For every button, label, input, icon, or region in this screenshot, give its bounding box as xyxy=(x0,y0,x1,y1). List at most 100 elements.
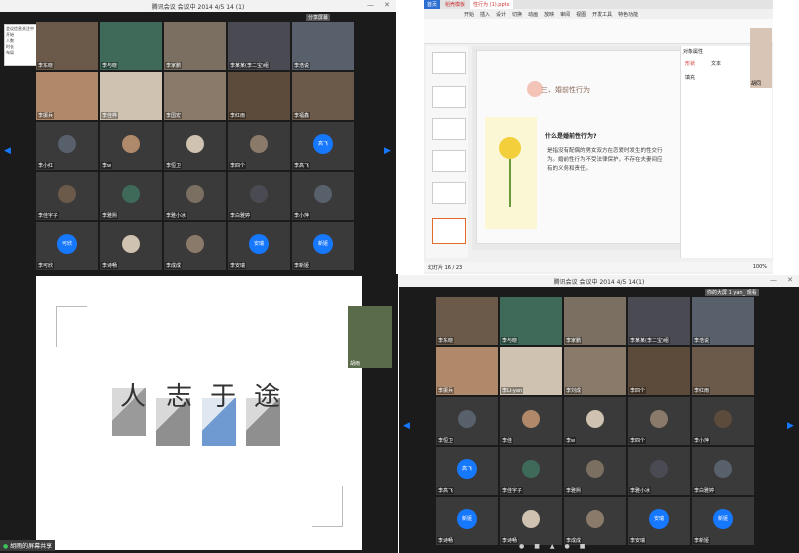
share-icon[interactable]: ▲ xyxy=(550,543,555,551)
participant-tile[interactable]: 李恒卫 xyxy=(164,122,226,170)
camera-icon[interactable]: ■ xyxy=(534,543,540,551)
participant-tile[interactable]: 李白雅婷 xyxy=(228,172,290,220)
participant-name: 李佳宇子 xyxy=(37,212,60,219)
participant-tile[interactable]: 李佳宇子 xyxy=(500,447,562,495)
participant-tile[interactable]: 安瑞 李安瑞 xyxy=(228,222,290,270)
participant-tile[interactable]: 李四个 xyxy=(628,347,690,395)
participant-tile[interactable]: 李佳桦 xyxy=(100,72,162,120)
participant-tile[interactable]: 新娅 李新娅 xyxy=(692,497,754,545)
slide-thumb[interactable] xyxy=(432,182,466,204)
participant-tile[interactable]: 李东晓 xyxy=(36,22,98,70)
participant-tile[interactable]: 李东晓 xyxy=(436,297,498,345)
slide-thumb[interactable] xyxy=(432,86,466,108)
participant-name: 李小萍 xyxy=(293,212,311,219)
avatar xyxy=(186,134,204,153)
participant-tile[interactable]: 李红雨 xyxy=(228,72,290,120)
participant-name: 李可欣 xyxy=(37,262,55,269)
participant-tile[interactable]: 李w xyxy=(100,122,162,170)
menu-item[interactable]: 切换 xyxy=(512,11,522,18)
participant-tile[interactable]: 李与晓 xyxy=(100,22,162,70)
participant-tile[interactable]: 李某某(李二宝)组 xyxy=(228,22,290,70)
participant-tile[interactable]: 李福鑫 xyxy=(292,72,354,120)
slide-thumb[interactable] xyxy=(432,118,466,140)
participant-name: 李诗畅 xyxy=(437,537,455,544)
panel-tab-text[interactable]: 文本 xyxy=(711,60,721,67)
participant-tile[interactable]: 李诗畅 xyxy=(500,497,562,545)
participant-tile[interactable]: 李振兵 xyxy=(36,72,98,120)
share-status-label: ● 胡雨的屏幕共享 xyxy=(0,540,56,551)
minimize-icon[interactable]: — xyxy=(770,276,777,284)
participant-tile[interactable]: 新娅 李新娅 xyxy=(292,222,354,270)
participant-tile[interactable]: 李国宏 xyxy=(164,72,226,120)
minimize-icon[interactable]: — xyxy=(367,1,374,9)
participant-tile[interactable]: 李佳 xyxy=(500,397,562,445)
participant-name: 李雅熙 xyxy=(565,487,583,494)
participant-tile[interactable]: 李雅熙 xyxy=(564,447,626,495)
prev-page-icon[interactable]: ◀ xyxy=(403,421,410,431)
menu-item[interactable]: 动画 xyxy=(528,11,538,18)
participant-tile[interactable]: 高飞 李高飞 xyxy=(292,122,354,170)
chat-icon[interactable]: ■ xyxy=(580,543,586,551)
share-panel-button[interactable]: 你的大屏 1 yan_ 观看 xyxy=(705,289,759,296)
participant-tile[interactable]: 李恒卫 xyxy=(436,397,498,445)
next-page-icon[interactable]: ▶ xyxy=(384,146,391,156)
prev-page-icon[interactable]: ◀ xyxy=(4,146,11,156)
participant-tile[interactable]: 李浩说 xyxy=(292,22,354,70)
avatar xyxy=(314,184,332,203)
participant-tile[interactable]: 李Li-yan xyxy=(500,347,562,395)
participant-tile[interactable]: 李四个 xyxy=(628,397,690,445)
tab-home[interactable]: 首页 xyxy=(424,0,441,9)
participant-tile[interactable]: 李诗畅 xyxy=(100,222,162,270)
participant-tile[interactable]: 李家鹏 xyxy=(564,297,626,345)
participant-tile[interactable]: 李家鹏 xyxy=(164,22,226,70)
mic-icon[interactable]: ● xyxy=(519,543,524,551)
participant-tile[interactable]: 李雅小冰 xyxy=(628,447,690,495)
tab-templates[interactable]: 稻壳模板 xyxy=(442,0,468,9)
participant-tile[interactable]: 李振兵 xyxy=(436,347,498,395)
participant-tile[interactable]: 李成成 xyxy=(564,497,626,545)
participant-tile[interactable]: 李四个 xyxy=(228,122,290,170)
avatar xyxy=(650,459,668,478)
close-icon[interactable]: ✕ xyxy=(384,1,390,9)
participant-tile[interactable]: 李w xyxy=(564,397,626,445)
menu-item[interactable]: 插入 xyxy=(480,11,490,18)
participant-tile[interactable]: 可欣 李可欣 xyxy=(36,222,98,270)
menu-item[interactable]: 视图 xyxy=(576,11,586,18)
participant-tile[interactable]: 新娅 李诗畅 xyxy=(436,497,498,545)
participant-tile[interactable]: 李红雨 xyxy=(692,347,754,395)
menu-item[interactable]: 开始 xyxy=(464,11,474,18)
menu-item[interactable]: 特色功能 xyxy=(618,11,638,18)
members-icon[interactable]: ● xyxy=(565,543,570,551)
participant-tile[interactable]: 李某某(李二宝)组 xyxy=(628,297,690,345)
participant-tile[interactable]: 李与晓 xyxy=(500,297,562,345)
menu-item[interactable]: 开发工具 xyxy=(592,11,612,18)
flower-head xyxy=(499,137,521,159)
slide-thumb[interactable] xyxy=(432,52,466,74)
participant-tile[interactable]: 高飞 李高飞 xyxy=(436,447,498,495)
slide-thumb-selected[interactable] xyxy=(432,218,466,244)
menu-item[interactable]: 设计 xyxy=(496,11,506,18)
participant-tile[interactable]: 李成成 xyxy=(164,222,226,270)
participant-tile[interactable]: 李雅小冰 xyxy=(164,172,226,220)
menu-item[interactable]: 放映 xyxy=(544,11,554,18)
slide-thumb[interactable] xyxy=(432,150,466,172)
panel-tab-shape[interactable]: 形状 xyxy=(685,60,695,67)
participant-tile[interactable]: 李佳宇子 xyxy=(36,172,98,220)
tab-document[interactable]: 性行为 (1).pptx xyxy=(470,0,513,9)
participant-tile[interactable]: 李白雅婷 xyxy=(692,447,754,495)
share-panel-button[interactable]: 分享屏幕 xyxy=(306,14,331,21)
participant-tile[interactable]: 李小萍 xyxy=(692,397,754,445)
participant-tile[interactable]: 李雅熙 xyxy=(100,172,162,220)
avatar xyxy=(122,134,140,153)
participant-tile[interactable]: 安瑞 李安瑞 xyxy=(628,497,690,545)
next-page-icon[interactable]: ▶ xyxy=(787,421,794,431)
participant-tile[interactable]: 李浩说 xyxy=(692,297,754,345)
participant-tile[interactable]: 李小红 xyxy=(36,122,98,170)
participant-tile[interactable]: 李刘成 xyxy=(564,347,626,395)
participant-name: 李福鑫 xyxy=(293,112,311,119)
menu-item[interactable]: 审阅 xyxy=(560,11,570,18)
participant-tile[interactable]: 李小萍 xyxy=(292,172,354,220)
close-icon[interactable]: ✕ xyxy=(787,276,793,284)
zoom-level[interactable]: 100% xyxy=(753,264,767,270)
avatar xyxy=(122,234,140,253)
